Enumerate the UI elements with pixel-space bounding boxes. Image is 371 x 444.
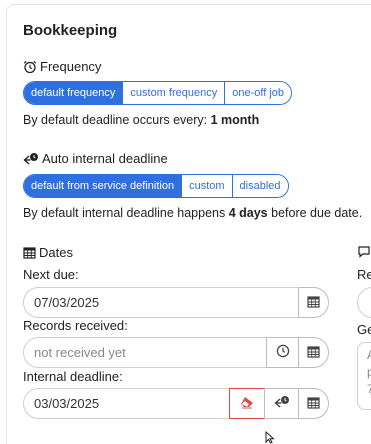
next-due-input[interactable]: 07/03/2025 xyxy=(23,287,299,318)
internal-deadline-note-value: 4 days xyxy=(228,206,268,220)
auto-internal-deadline-text: Auto internal deadline xyxy=(42,151,168,166)
frequency-option-one-off[interactable]: one-off job xyxy=(224,82,292,104)
internal-deadline-calendar-button[interactable] xyxy=(298,388,329,419)
eraser-icon xyxy=(239,395,255,412)
reset-internal-deadline-button[interactable] xyxy=(264,388,299,419)
right-column-label-2: Ge xyxy=(357,322,371,337)
records-received-calendar-button[interactable] xyxy=(298,337,329,368)
frequency-option-default[interactable]: default frequency xyxy=(24,82,123,104)
frequency-segmented-control: default frequency custom frequency one-o… xyxy=(23,81,293,105)
internal-deadline-field-label: Internal deadline: xyxy=(23,369,123,384)
right-column-label-1: Re xyxy=(357,267,371,282)
records-received-now-button[interactable] xyxy=(266,337,299,368)
dates-label-text: Dates xyxy=(39,245,73,260)
clear-internal-deadline-button[interactable] xyxy=(229,388,265,419)
frequency-note-prefix: By default deadline occurs every: xyxy=(23,113,208,127)
textarea-char-3: 7 xyxy=(367,382,371,396)
internal-deadline-segmented-control: default from service definition custom d… xyxy=(23,174,289,198)
alarm-clock-icon xyxy=(23,60,37,74)
internal-deadline-note: By default internal deadline happens 4 d… xyxy=(23,206,362,220)
frequency-label: Frequency xyxy=(23,59,101,74)
internal-deadline-option-disabled[interactable]: disabled xyxy=(231,175,288,197)
calendar-icon xyxy=(307,396,320,412)
internal-deadline-note-prefix: By default internal deadline happens xyxy=(23,206,226,220)
internal-deadline-option-custom[interactable]: custom xyxy=(181,175,232,197)
internal-deadline-input[interactable]: 03/03/2025 xyxy=(23,388,230,419)
frequency-note: By default deadline occurs every: 1 mont… xyxy=(23,113,259,127)
comment-icon xyxy=(357,245,371,261)
calendar-icon xyxy=(307,295,320,311)
internal-deadline-note-suffix: before due date. xyxy=(271,206,363,220)
next-due-label: Next due: xyxy=(23,267,79,282)
mouse-cursor-icon xyxy=(265,430,275,444)
frequency-label-text: Frequency xyxy=(40,59,102,74)
deadline-arrow-icon xyxy=(23,152,39,166)
calendar-icon xyxy=(23,246,36,259)
frequency-option-custom[interactable]: custom frequency xyxy=(122,82,225,104)
frequency-note-value: 1 month xyxy=(210,113,260,127)
deadline-arrow-icon xyxy=(273,395,290,412)
clock-icon xyxy=(276,344,290,361)
textarea-char-2: p xyxy=(367,365,371,379)
dates-label: Dates xyxy=(23,245,73,260)
records-received-input[interactable]: not received yet xyxy=(23,337,267,368)
internal-deadline-option-default[interactable]: default from service definition xyxy=(24,175,182,197)
records-received-label: Records received: xyxy=(23,318,128,333)
card-title: Bookkeeping xyxy=(23,22,118,39)
calendar-icon xyxy=(307,345,320,361)
next-due-calendar-button[interactable] xyxy=(298,287,329,318)
auto-internal-deadline-label: Auto internal deadline xyxy=(23,151,168,166)
right-column-textarea[interactable]: A p 7 xyxy=(357,342,371,410)
textarea-char-1: A xyxy=(367,347,371,364)
